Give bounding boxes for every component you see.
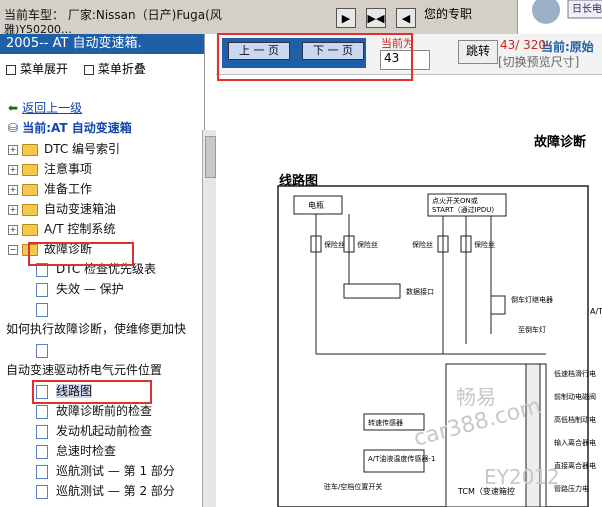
tree-item[interactable]: + A/T 控制系统 bbox=[0, 220, 115, 239]
plus-icon[interactable]: + bbox=[8, 144, 18, 155]
svg-text:保险丝: 保险丝 bbox=[412, 240, 433, 249]
tree-item[interactable]: + DTC 编号索引 bbox=[0, 140, 120, 159]
svg-text:保险丝: 保险丝 bbox=[474, 240, 495, 249]
minus-icon[interactable]: − bbox=[8, 244, 18, 255]
tree-item[interactable]: 巡航测试 — 第 2 部分 bbox=[0, 482, 175, 501]
document-icon bbox=[36, 302, 48, 317]
plus-icon[interactable]: + bbox=[8, 204, 18, 215]
car-model-label-line2: 雅)Y50200… bbox=[4, 23, 73, 34]
back-icon: ◀ bbox=[401, 11, 411, 25]
folder-icon bbox=[22, 143, 38, 156]
document-icon bbox=[36, 424, 48, 439]
svg-text:数据接口: 数据接口 bbox=[406, 287, 434, 296]
document-icon bbox=[36, 343, 48, 358]
folder-icon bbox=[22, 223, 38, 236]
svg-text:A/T: A/T bbox=[590, 307, 602, 316]
highlight-fault-diagnosis bbox=[28, 242, 134, 266]
square-icon bbox=[6, 64, 16, 75]
document-icon bbox=[36, 282, 48, 297]
svg-text:低速档滑行电: 低速档滑行电 bbox=[554, 369, 596, 378]
highlight-wiring bbox=[32, 380, 152, 404]
split-icon: ▶◀ bbox=[367, 11, 385, 25]
svg-text:高低档制动电: 高低档制动电 bbox=[554, 415, 596, 424]
document-icon bbox=[36, 484, 48, 499]
current-node-label: ⛁ 当前:AT 自动变速箱 bbox=[8, 121, 132, 135]
svg-text:A/T油液温度传感器-1: A/T油液温度传感器-1 bbox=[368, 454, 435, 463]
logo: 日长电 bbox=[517, 0, 602, 34]
tree-item[interactable]: 如何执行故障诊断，使维修更加快 bbox=[0, 320, 186, 339]
svg-text:START（通过IPDU): START（通过IPDU) bbox=[432, 205, 494, 214]
plus-icon[interactable]: + bbox=[8, 184, 18, 195]
svg-text:点火开关ON或: 点火开关ON或 bbox=[432, 196, 478, 205]
tree-item[interactable]: 自动变速驱动桥电气元件位置 bbox=[0, 361, 162, 380]
left-scrollbar[interactable] bbox=[202, 130, 217, 507]
svg-text:输入离合器电: 输入离合器电 bbox=[554, 438, 596, 447]
square-icon bbox=[83, 64, 94, 75]
plus-icon[interactable]: + bbox=[8, 164, 18, 175]
back-link[interactable]: ⬅ 返回上一级 bbox=[8, 99, 82, 116]
jump-button[interactable]: 跳转 bbox=[458, 40, 498, 64]
tree-item[interactable]: 故障诊断前的检查 bbox=[0, 402, 152, 421]
tree-item[interactable]: 巡航测试 — 第 1 部分 bbox=[0, 462, 175, 481]
collapse-menu-button[interactable]: 菜单折叠 bbox=[83, 62, 152, 76]
tree-item[interactable]: + 自动变速箱油 bbox=[0, 200, 116, 219]
arrow-left-icon: ⬅ bbox=[8, 101, 19, 115]
folder-icon bbox=[22, 163, 38, 176]
page-count: 43/ 320 bbox=[500, 38, 547, 52]
folder-icon bbox=[22, 183, 38, 196]
svg-text:电瓶: 电瓶 bbox=[308, 200, 324, 210]
svg-text:倒车灯继电器: 倒车灯继电器 bbox=[511, 295, 553, 304]
scroll-thumb[interactable] bbox=[205, 136, 216, 178]
section-title: 2005-- AT 自动变速箱. bbox=[0, 34, 204, 54]
expand-menu-button[interactable]: 菜单展开 bbox=[6, 62, 74, 76]
step-back-button[interactable]: ◀ bbox=[396, 8, 416, 28]
logo-graphic: 日长电 bbox=[532, 0, 602, 24]
wiring-diagram: 电瓶 点火开关ON或 START（通过IPDU) 保险丝 保险丝 保险丝 保险丝… bbox=[277, 185, 602, 507]
svg-text:前制动电磁阀: 前制动电磁阀 bbox=[554, 392, 596, 401]
svg-text:畅易: 畅易 bbox=[456, 385, 496, 409]
document-icon bbox=[36, 404, 48, 419]
gearbox-icon: ⛁ bbox=[8, 121, 19, 135]
preview-size-toggle[interactable]: [切换预览尺寸] bbox=[498, 53, 579, 70]
plus-icon[interactable]: + bbox=[8, 224, 18, 235]
document-icon bbox=[36, 444, 48, 459]
tree-item[interactable] bbox=[0, 300, 56, 319]
split-view-button[interactable]: ▶◀ bbox=[366, 8, 386, 28]
pro-label: 您的专职 bbox=[424, 7, 473, 21]
tree-item[interactable]: 失效 — 保护 bbox=[0, 280, 124, 299]
tree-controls: 菜单展开 菜单折叠 bbox=[6, 60, 158, 77]
tree-item[interactable]: + 注意事项 bbox=[0, 160, 92, 179]
tree-item[interactable] bbox=[0, 341, 56, 360]
svg-text:直接离合器电: 直接离合器电 bbox=[554, 461, 596, 470]
tree-item[interactable]: + 准备工作 bbox=[0, 180, 92, 199]
svg-text:驻车/空档位置开关: 驻车/空档位置开关 bbox=[324, 482, 382, 491]
svg-text:至倒车灯: 至倒车灯 bbox=[518, 325, 546, 334]
folder-icon bbox=[22, 203, 38, 216]
svg-text:保险丝: 保险丝 bbox=[357, 240, 378, 249]
tree-item[interactable]: 发动机起动前检查 bbox=[0, 422, 152, 441]
tree-item[interactable]: 怠速时检查 bbox=[0, 442, 116, 461]
svg-text:保险丝: 保险丝 bbox=[324, 240, 345, 249]
play-icon: ▶ bbox=[341, 11, 351, 25]
step-forward-button[interactable]: ▶ bbox=[336, 8, 356, 28]
logo-text: 日长电 bbox=[572, 2, 602, 15]
svg-text:EY2012: EY2012 bbox=[484, 465, 560, 489]
document-icon bbox=[36, 464, 48, 479]
svg-text:转速传感器: 转速传感器 bbox=[368, 418, 403, 427]
